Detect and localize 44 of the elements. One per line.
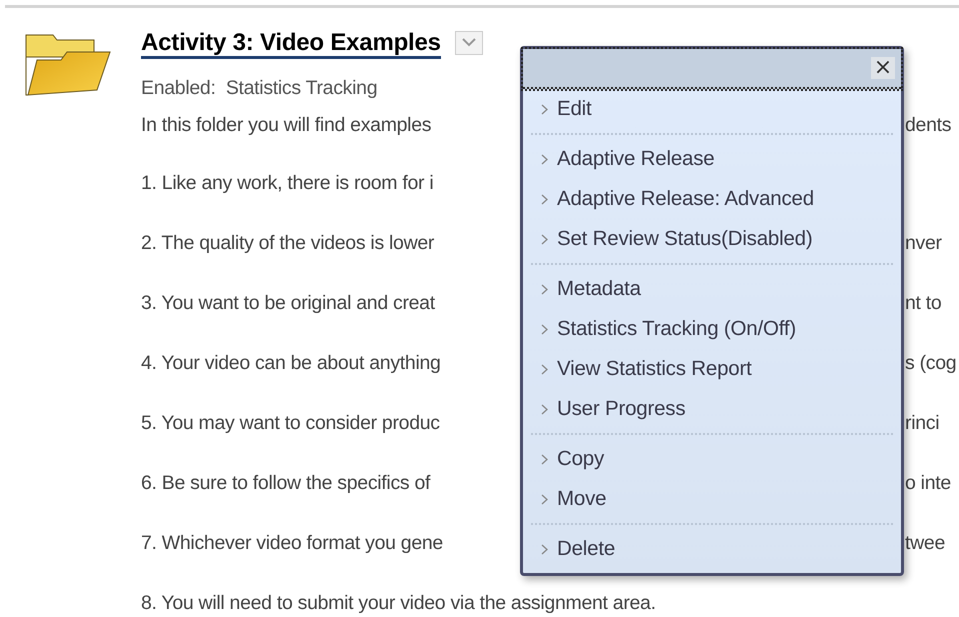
menu-item[interactable]: Copy bbox=[523, 439, 901, 479]
description-text: 6. Be sure to follow the specifics of bbox=[141, 471, 432, 495]
description-text: 3. You want to be original and creat bbox=[141, 291, 436, 315]
menu-item[interactable]: Adaptive Release: Advanced bbox=[523, 179, 901, 219]
options-button[interactable] bbox=[454, 31, 483, 55]
menu-item[interactable]: Metadata bbox=[523, 269, 901, 309]
chevron-right-icon bbox=[541, 284, 548, 294]
description-text: rinci bbox=[905, 411, 940, 435]
chevron-right-icon bbox=[541, 324, 548, 334]
description-text: o inte bbox=[905, 471, 952, 495]
chevron-right-icon bbox=[541, 234, 548, 244]
folder-icon bbox=[25, 32, 111, 96]
description-text: In this folder you will find examples bbox=[141, 113, 432, 137]
chevron-right-icon bbox=[541, 404, 548, 414]
chevron-right-icon bbox=[541, 104, 548, 114]
menu-item[interactable]: User Progress bbox=[523, 389, 901, 429]
menu-item[interactable]: Adaptive Release bbox=[523, 139, 901, 179]
menu-item[interactable]: View Statistics Report bbox=[523, 349, 901, 389]
description-text: 4. Your video can be about anything bbox=[141, 351, 442, 375]
item-title-link[interactable]: Activity 3: Video Examples bbox=[141, 29, 441, 59]
menu-item[interactable]: Move bbox=[523, 479, 901, 519]
chevron-right-icon bbox=[541, 454, 548, 464]
chevron-right-icon bbox=[541, 154, 548, 164]
chevron-icon bbox=[462, 38, 476, 48]
description-text: 1. Like any work, there is room for i bbox=[141, 171, 434, 195]
description-text: 2. The quality of the videos is lower bbox=[141, 231, 436, 255]
menu-item[interactable]: Edit bbox=[523, 89, 901, 129]
chevron-right-icon bbox=[541, 194, 548, 204]
menu-item[interactable]: Set Review Status(Disabled) bbox=[523, 219, 901, 259]
menu-item[interactable]: Delete bbox=[523, 529, 901, 569]
chevron-right-icon bbox=[541, 364, 548, 374]
description-text: 7. Whichever video format you gene bbox=[141, 531, 444, 555]
description-text: nver bbox=[905, 231, 943, 255]
description-text: dents bbox=[905, 113, 952, 137]
chevron-right-icon bbox=[541, 494, 548, 504]
description-text: s (cog bbox=[905, 351, 956, 375]
menu-item[interactable]: Statistics Tracking (On/Off) bbox=[523, 309, 901, 349]
description-text: nt to bbox=[905, 291, 942, 315]
enabled-text: Enabled: Statistics Tracking bbox=[141, 76, 378, 100]
close-button[interactable]: × bbox=[871, 57, 895, 79]
description-text: twee bbox=[905, 531, 946, 555]
chevron-right-icon bbox=[541, 544, 548, 554]
description-text: 8. You will need to submit your video via the assignment area. bbox=[141, 591, 656, 615]
description-text: 5. You may want to consider produc bbox=[141, 411, 441, 435]
